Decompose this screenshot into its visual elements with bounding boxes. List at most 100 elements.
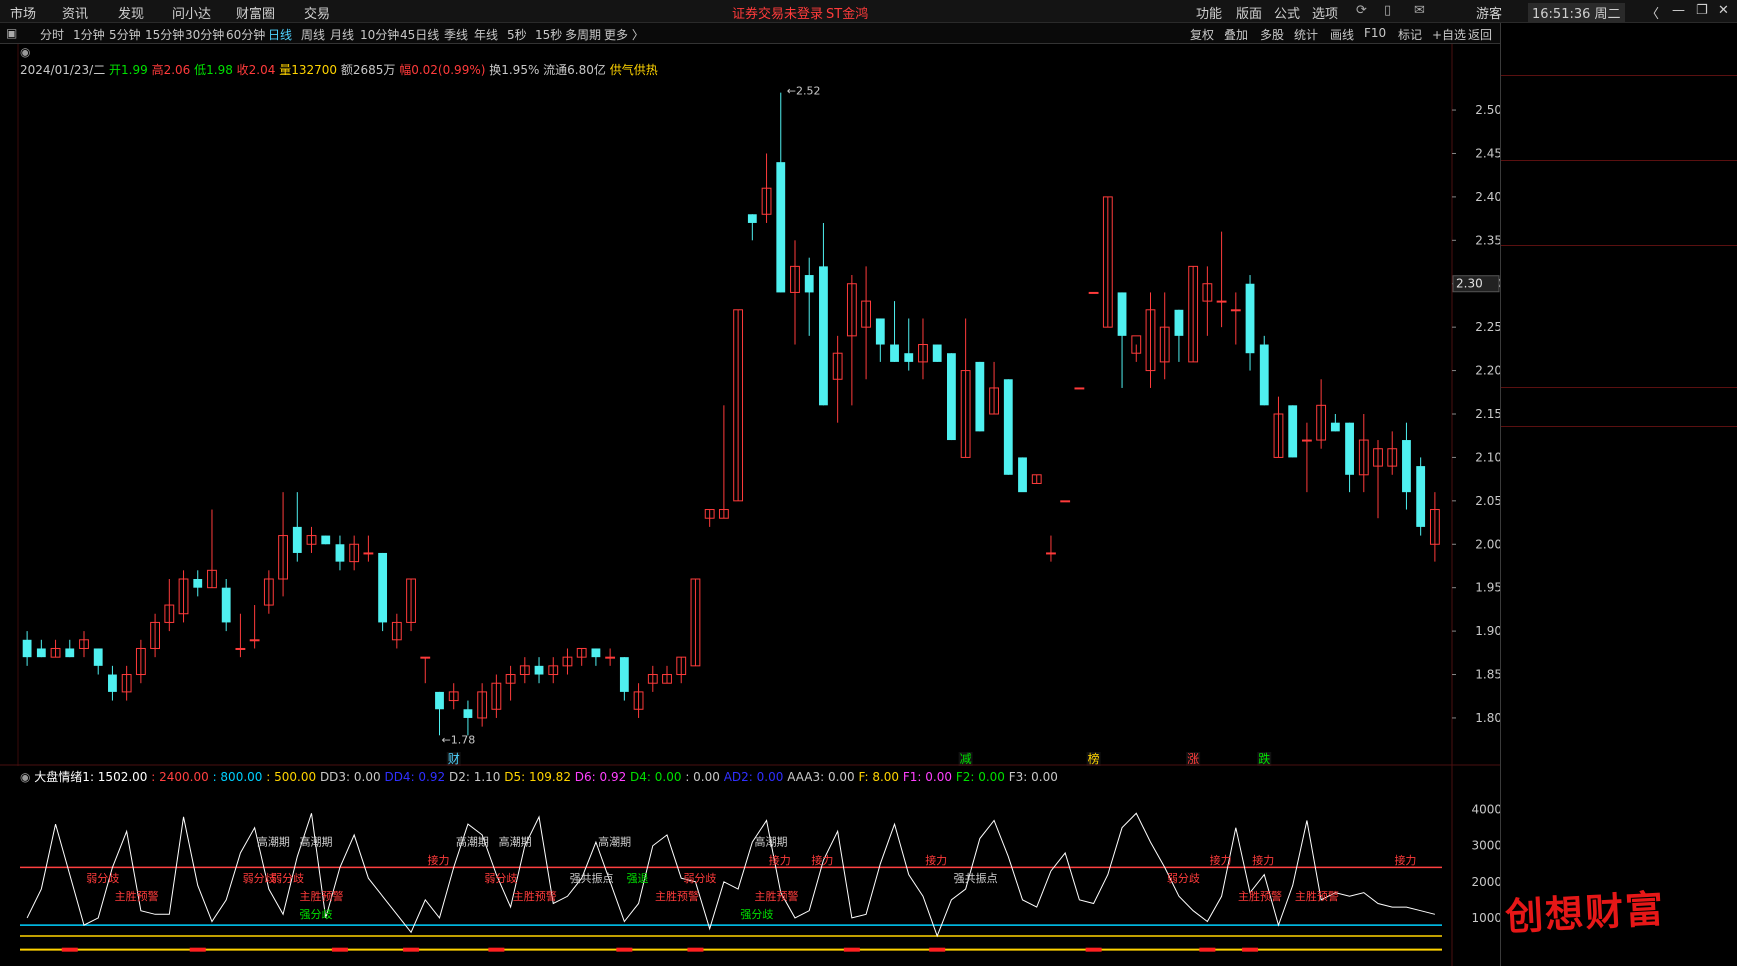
period-tab[interactable]: 季线: [444, 26, 468, 43]
info-open: 开1.99: [109, 63, 152, 77]
restore-icon[interactable]: ❐: [1696, 3, 1708, 18]
period-tab[interactable]: 5分钟: [109, 26, 141, 43]
period-tab[interactable]: 5秒: [507, 26, 527, 43]
toolbar-button[interactable]: 画线: [1330, 26, 1354, 43]
indicator-chart[interactable]: 4000300020001000高潮期 高潮期 高潮期 高潮期 高潮期 高潮期接力 接力 接力…: [0, 766, 1500, 966]
toolbar-button[interactable]: 复权: [1190, 26, 1214, 43]
indicator-annotation: 主胜预警: [755, 889, 799, 903]
y-tick-label: 2.05: [1475, 494, 1500, 508]
indicator-value: F2: 0.00: [955, 770, 1009, 784]
ask-row: [1501, 94, 1737, 112]
indicator-annotation: 高潮期: [755, 835, 788, 849]
menu-ask[interactable]: 问小达: [172, 3, 211, 22]
period-tab[interactable]: 60分钟: [226, 26, 265, 43]
indicator-annotation: 接力: [427, 854, 449, 867]
menu-wealth[interactable]: 财富圈: [236, 3, 275, 22]
menu-trade[interactable]: 交易: [304, 3, 330, 22]
period-tab[interactable]: 日线: [268, 26, 292, 43]
info-amount: 额2685万: [340, 63, 400, 77]
bid-row: [1501, 179, 1737, 197]
toolbar-button[interactable]: 多股: [1260, 26, 1284, 43]
toolbar-button[interactable]: F10: [1364, 26, 1386, 40]
toolbar-button[interactable]: 统计: [1294, 26, 1318, 43]
indicator-annotation: 强退: [627, 872, 649, 885]
indicator-value: D2: 1.10: [448, 770, 505, 784]
menu-layout[interactable]: 版面: [1236, 3, 1262, 22]
indicator-annotation: 强共振点: [954, 871, 998, 885]
indicator-value: F3: 0.00: [1008, 770, 1058, 784]
close-icon[interactable]: ✕: [1718, 3, 1729, 18]
candle-body: [1018, 457, 1027, 493]
tick-row: [1501, 807, 1737, 825]
candle-body: [1074, 387, 1085, 390]
settings-icon[interactable]: ◉: [20, 45, 30, 59]
y-tick-label: 2.15: [1475, 407, 1500, 421]
kline-chart[interactable]: 2.50 2.45 2.40 2.35 2.30 2.25 2.20 2.15 2.10 2.05…: [0, 44, 1500, 766]
menu-function[interactable]: 功能: [1196, 3, 1222, 22]
candle-body: [420, 656, 431, 659]
toolbar-button[interactable]: 叠加: [1224, 26, 1248, 43]
indicator-annotation: 接力: [1252, 854, 1274, 867]
info-low: 低1.98: [194, 63, 237, 77]
menu-options[interactable]: 选项: [1312, 3, 1338, 22]
signal-bar: [1085, 947, 1102, 952]
y-tick-label: 1.90: [1475, 624, 1500, 638]
indicator-annotation: 弱分歧: [683, 872, 716, 885]
period-tab[interactable]: 10分钟: [360, 26, 399, 43]
indicator-colon: :: [89, 770, 98, 784]
period-tab[interactable]: 分时: [40, 26, 64, 43]
toolbar-button[interactable]: 标记: [1398, 26, 1422, 43]
candle-body: [22, 639, 32, 658]
sidebar-toggle-icon[interactable]: ▣: [6, 26, 17, 40]
promo-row: [1501, 390, 1737, 408]
candle-body: [193, 579, 203, 588]
candle-body: [619, 657, 629, 692]
period-tab[interactable]: 年线: [474, 26, 498, 43]
event-marker: 涨: [1187, 751, 1199, 766]
minimize-icon[interactable]: —: [1672, 3, 1685, 18]
candle-body: [1003, 379, 1013, 475]
indicator-value: AAA3: 0.00: [787, 770, 859, 784]
min-price-label: ←1.78: [441, 733, 475, 746]
candle-body: [932, 344, 942, 362]
tick-row: [1501, 771, 1737, 789]
refresh-icon[interactable]: ⟳: [1356, 3, 1367, 18]
login-warning[interactable]: 证券交易未登录: [732, 3, 823, 22]
toolbar-button[interactable]: +自选: [1432, 26, 1466, 43]
period-tab[interactable]: 月线: [330, 26, 354, 43]
back-icon[interactable]: 〈: [1646, 3, 1659, 22]
divider: [1501, 387, 1737, 388]
period-tab[interactable]: 多周期: [565, 26, 601, 43]
mail-icon[interactable]: ✉: [1414, 3, 1425, 18]
menu-formula[interactable]: 公式: [1274, 3, 1300, 22]
price-row: [1501, 51, 1737, 69]
candle-body: [108, 674, 117, 692]
indicator-annotation: 高潮期: [257, 835, 290, 849]
menu-discover[interactable]: 发现: [118, 3, 144, 22]
candle-body: [776, 162, 786, 293]
candle-body: [534, 665, 544, 675]
candle-body: [1245, 283, 1255, 354]
period-tab[interactable]: 45日线: [400, 26, 439, 43]
period-tab[interactable]: 15分钟: [145, 26, 184, 43]
signal-bar: [1199, 947, 1216, 952]
menu-news[interactable]: 资讯: [62, 3, 88, 22]
tick-row: [1501, 843, 1737, 861]
indicator-settings-icon[interactable]: ◉: [20, 770, 34, 784]
period-tab[interactable]: 1分钟: [73, 26, 105, 43]
period-tab[interactable]: 周线: [301, 26, 325, 43]
menu-market[interactable]: 市场: [10, 3, 36, 22]
y-tick-label: 2.10: [1475, 450, 1500, 464]
phone-icon[interactable]: ▯: [1384, 3, 1391, 18]
tick-row: [1501, 590, 1737, 608]
indicator-line-value: 2400.00: [159, 770, 209, 784]
period-tab[interactable]: 15秒: [535, 26, 562, 43]
indicator-annotation: 接力: [811, 854, 833, 867]
tick-row: [1501, 662, 1737, 680]
candle-body: [292, 526, 302, 553]
toolbar-button[interactable]: 返回: [1468, 26, 1492, 43]
candle-body: [890, 344, 899, 362]
user-label[interactable]: 游客: [1476, 3, 1502, 22]
period-tab[interactable]: 30分钟: [185, 26, 224, 43]
period-tab[interactable]: 更多 〉: [604, 26, 644, 43]
